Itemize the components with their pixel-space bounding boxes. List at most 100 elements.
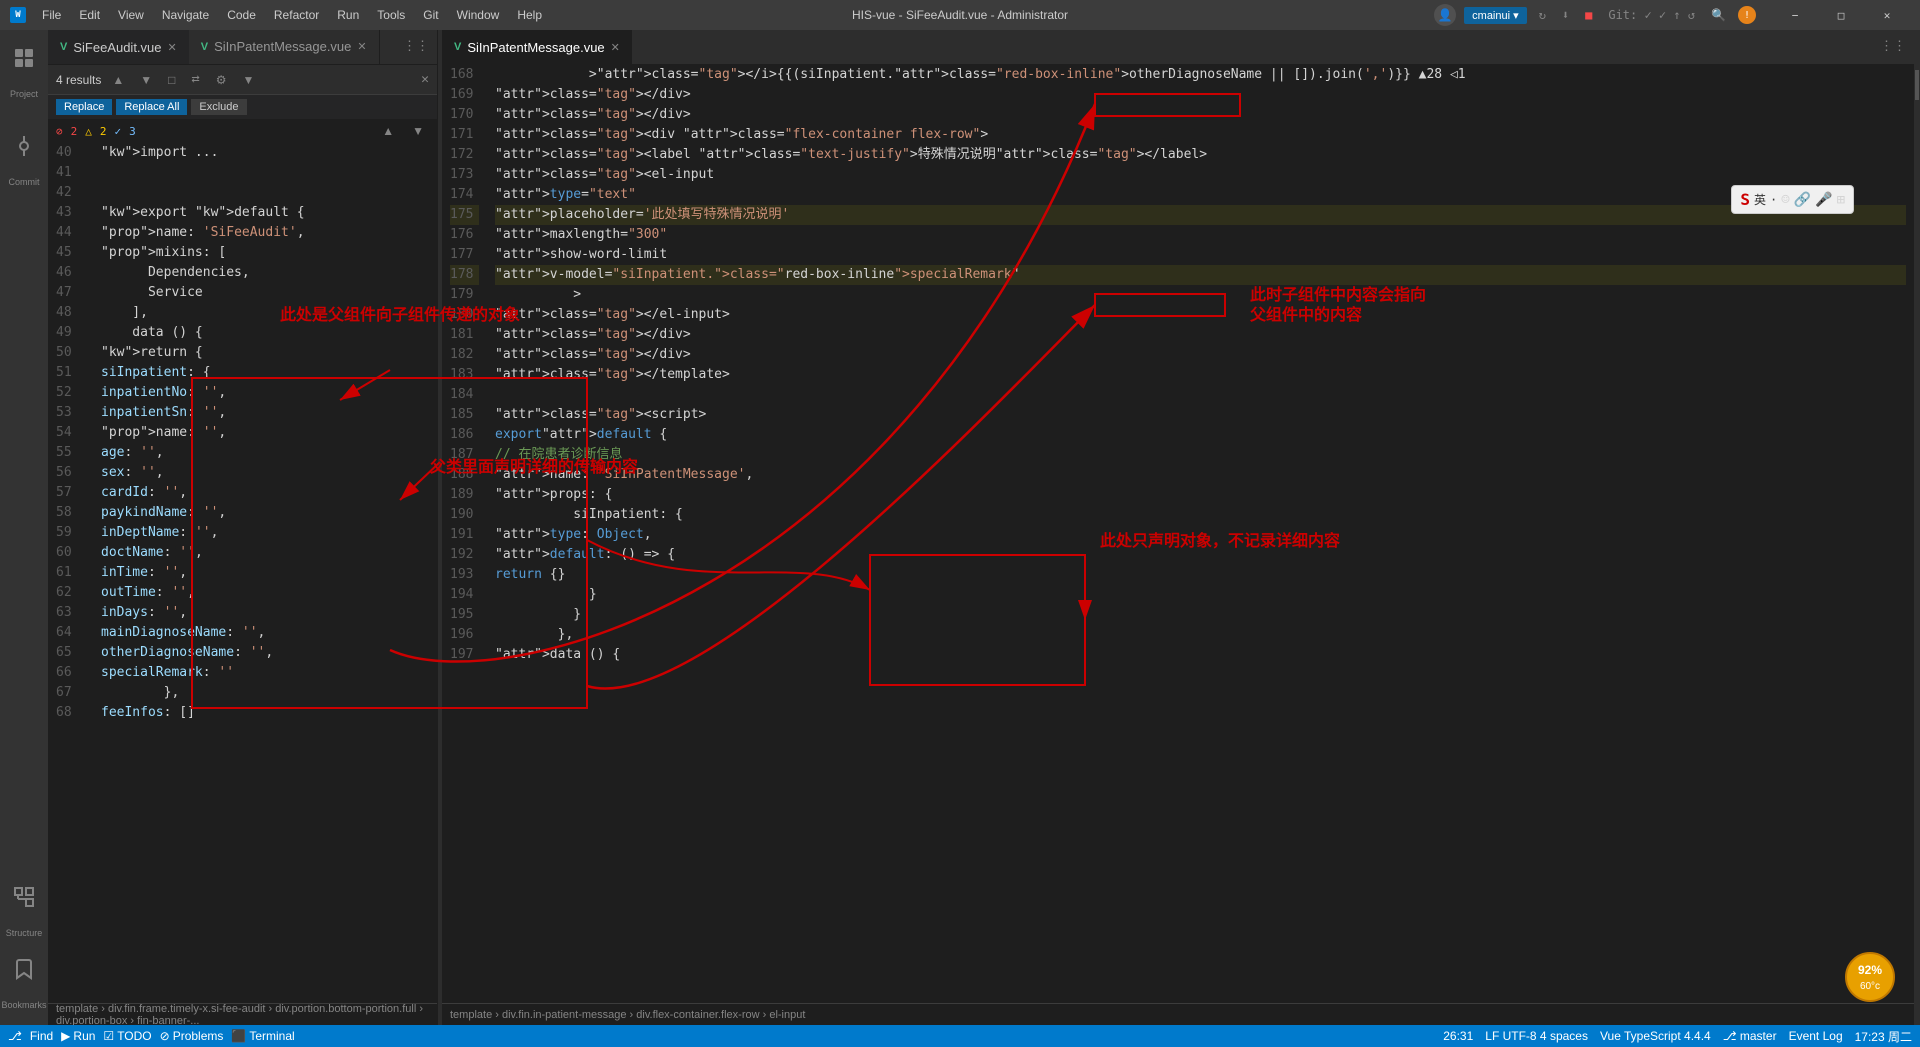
branch-indicator[interactable]: ⎇ master xyxy=(1723,1029,1777,1043)
sogou-icon: S xyxy=(1740,190,1750,209)
user-avatar[interactable]: 👤 xyxy=(1434,4,1456,26)
time-display: 17:23 周二 xyxy=(1855,1028,1912,1045)
more-actions[interactable]: Git: ✓ ✓ ↑ ↺ xyxy=(1604,8,1699,22)
line-numbers-left: 4041424344454647484950515253545556575859… xyxy=(48,143,93,1003)
filter-btn[interactable]: ▼ xyxy=(238,70,260,90)
warning-count: 2 xyxy=(100,125,107,138)
info-icon: ✓ xyxy=(115,125,122,138)
menu-view[interactable]: View xyxy=(110,6,152,24)
right-breadcrumb-text: template › div.fin.in-patient-message › … xyxy=(450,1009,805,1021)
menu-code[interactable]: Code xyxy=(219,6,264,24)
bookmarks-label: Bookmarks xyxy=(0,993,48,1017)
sidebar-tab-row: V SiFeeAudit.vue ✕ V SiInPatentMessage.v… xyxy=(48,30,437,65)
encoding-indicator[interactable]: LF UTF-8 4 spaces xyxy=(1485,1029,1588,1043)
tab-more-left[interactable]: ⋮⋮ xyxy=(395,30,437,64)
right-editor: V SiInPatentMessage.vue ✕ ⋮⋮ 16816917017… xyxy=(442,30,1914,1025)
results-count: 4 results xyxy=(56,73,101,87)
right-tab-label: SiInPatentMessage.vue xyxy=(467,40,604,55)
maximize-button[interactable]: □ xyxy=(1818,0,1864,30)
right-tab-close[interactable]: ✕ xyxy=(611,41,620,54)
expand-btn[interactable]: □ xyxy=(163,70,180,90)
close-search[interactable]: ✕ xyxy=(421,72,429,87)
right-tab[interactable]: V SiInPatentMessage.vue ✕ xyxy=(442,30,632,64)
sogou-grid: ⊞ xyxy=(1837,192,1845,208)
activity-project[interactable] xyxy=(0,34,48,82)
sogou-toolbar: S 英 · ☺ 🔗 🎤 ⊞ xyxy=(1731,185,1854,214)
find-btn[interactable]: Find xyxy=(30,1029,53,1043)
replace-all-btn[interactable]: Replace All xyxy=(116,99,187,115)
run-btn[interactable]: ▶ Run xyxy=(61,1029,95,1043)
menu-file[interactable]: File xyxy=(34,6,69,24)
error-bar: ⊘ 2 △ 2 ✓ 3 ▲ ▼ xyxy=(48,119,437,143)
event-log-btn[interactable]: Event Log xyxy=(1789,1029,1843,1043)
git-status[interactable]: ⎇ xyxy=(8,1029,22,1043)
search-results-bar: 4 results ▲ ▼ □ ⇄ ⚙ ▼ ✕ xyxy=(48,65,437,95)
menu-edit[interactable]: Edit xyxy=(71,6,108,24)
activity-bar: Project Commit Structure Bookmarks xyxy=(0,30,48,1025)
search-panel: V SiFeeAudit.vue ✕ V SiInPatentMessage.v… xyxy=(48,30,438,1025)
next-error-btn[interactable]: ▼ xyxy=(407,121,429,141)
right-scrollbar[interactable] xyxy=(1914,30,1920,1025)
right-tab-more[interactable]: ⋮⋮ xyxy=(1872,30,1914,64)
vue-icon-2: V xyxy=(201,41,208,53)
title-bar: W File Edit View Navigate Code Refactor … xyxy=(0,0,1920,30)
prev-error-btn[interactable]: ▲ xyxy=(377,121,399,141)
settings-btn[interactable]: ⚙ xyxy=(211,70,232,90)
notification-dot[interactable]: ! xyxy=(1738,6,1756,24)
sogou-smile: ☺ xyxy=(1781,192,1789,208)
error-icon: ⊘ xyxy=(56,125,63,138)
tab1-close[interactable]: ✕ xyxy=(168,41,177,54)
error-count: 2 xyxy=(71,125,78,138)
tab2-close[interactable]: ✕ xyxy=(357,40,366,53)
sogou-emoji: 🔗 xyxy=(1794,192,1811,208)
close-button[interactable]: ✕ xyxy=(1864,0,1910,30)
menu-help[interactable]: Help xyxy=(509,6,550,24)
position-indicator[interactable]: 26:31 xyxy=(1443,1029,1473,1043)
left-breadcrumb-text: template › div.fin.frame.timely-x.si-fee… xyxy=(56,1003,429,1026)
activity-bookmarks[interactable] xyxy=(0,945,48,993)
menu-tools[interactable]: Tools xyxy=(369,6,413,24)
sogou-dot: · xyxy=(1770,193,1777,207)
menu-run[interactable]: Run xyxy=(329,6,367,24)
user-name[interactable]: cmainui ▾ xyxy=(1464,7,1526,24)
todo-btn[interactable]: ☑ TODO xyxy=(103,1029,151,1043)
tab-siinpatentmessage[interactable]: V SiInPatentMessage.vue ✕ xyxy=(189,30,380,64)
right-code-content[interactable]: >"attr">class="tag"></i>{{(siInpatient."… xyxy=(487,65,1914,1003)
replace-btn[interactable]: Replace xyxy=(56,99,112,115)
tab-sifeeaudit[interactable]: V SiFeeAudit.vue ✕ xyxy=(48,30,189,64)
activity-structure[interactable] xyxy=(0,873,48,921)
scroll-thumb xyxy=(1915,70,1919,100)
stop-btn[interactable]: ■ xyxy=(1581,8,1596,22)
problems-btn[interactable]: ⊘ Problems xyxy=(160,1029,224,1043)
language-indicator[interactable]: Vue TypeScript 4.4.4 xyxy=(1600,1029,1711,1043)
activity-commit[interactable] xyxy=(0,122,48,170)
right-code-area: 1681691701711721731741751761771781791801… xyxy=(442,65,1914,1003)
terminal-btn[interactable]: ⬛ Terminal xyxy=(231,1029,294,1043)
right-vue-icon: V xyxy=(454,41,461,53)
refresh-btn[interactable]: ↻ xyxy=(1535,8,1550,22)
menu-git[interactable]: Git xyxy=(415,6,446,24)
menu-window[interactable]: Window xyxy=(449,6,508,24)
left-code-content[interactable]: "kw">import ... "kw">export "kw">default… xyxy=(93,143,437,1003)
search-btn-top[interactable]: 🔍 xyxy=(1707,8,1730,22)
exclude-btn[interactable]: Exclude xyxy=(191,99,246,115)
svg-text:92%: 92% xyxy=(1858,963,1882,977)
tab-sifeeaudit-label: SiFeeAudit.vue xyxy=(73,40,161,55)
window-controls: 👤 cmainui ▾ ↻ ⬇ ■ Git: ✓ ✓ ↑ ↺ 🔍 ! − □ ✕ xyxy=(1434,0,1910,30)
line-numbers-right: 1681691701711721731741751761771781791801… xyxy=(442,65,487,1003)
right-tab-row: V SiInPatentMessage.vue ✕ ⋮⋮ xyxy=(442,30,1914,65)
window-title: HIS-vue - SiFeeAudit.vue - Administrator xyxy=(852,8,1068,22)
update-btn[interactable]: ⬇ xyxy=(1558,8,1573,22)
left-code-area: 4041424344454647484950515253545556575859… xyxy=(48,143,437,1003)
app-icon: W xyxy=(10,7,26,23)
menu-navigate[interactable]: Navigate xyxy=(154,6,217,24)
main-layout: Project Commit Structure Bookmarks V SiF… xyxy=(0,30,1920,1025)
menu-refactor[interactable]: Refactor xyxy=(266,6,327,24)
minimize-button[interactable]: − xyxy=(1772,0,1818,30)
progress-circle: 92% 60°c xyxy=(1840,947,1900,1007)
wrap-btn[interactable]: ⇄ xyxy=(186,71,204,88)
status-bar: ⎇ Find ▶ Run ☑ TODO ⊘ Problems ⬛ Termina… xyxy=(0,1025,1920,1047)
menu-bar: W File Edit View Navigate Code Refactor … xyxy=(10,6,550,24)
next-result-btn[interactable]: ▼ xyxy=(135,70,157,90)
prev-result-btn[interactable]: ▲ xyxy=(107,70,129,90)
